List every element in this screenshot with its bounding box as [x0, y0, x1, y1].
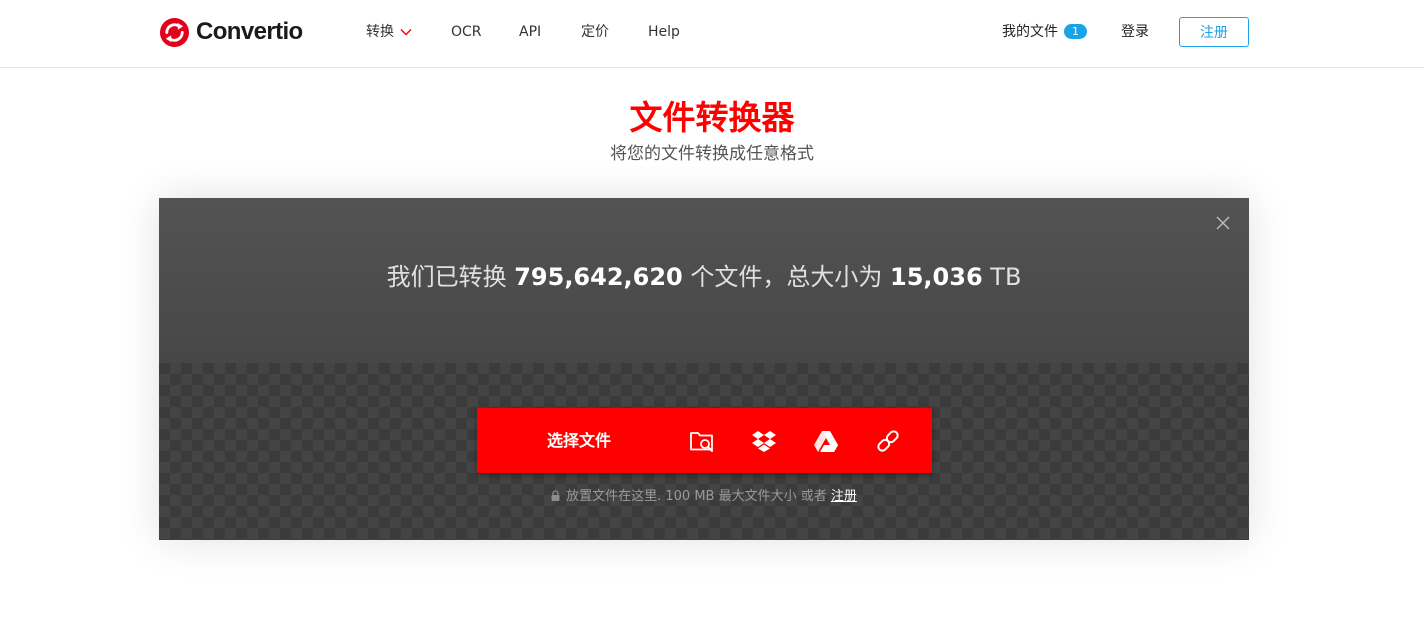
folder-search-icon[interactable]	[689, 428, 715, 454]
stats-prefix: 我们已转换	[386, 263, 507, 291]
nav-help[interactable]: Help	[648, 22, 680, 42]
size-unit: TB	[990, 263, 1022, 291]
close-icon[interactable]	[1215, 215, 1231, 231]
convertio-logo-icon	[159, 17, 190, 47]
conversion-stats: 我们已转换 795,642,620 个文件，总大小为 15,036 TB	[159, 260, 1249, 294]
convertio-logo[interactable]: Convertio	[159, 16, 303, 48]
my-files-label: 我的文件	[1002, 24, 1058, 40]
nav-convert-label: 转换	[366, 24, 394, 40]
nav-convert[interactable]: 转换	[366, 22, 412, 42]
page-title: 文件转换器	[629, 98, 795, 137]
drop-hint: 放置文件在这里. 100 MB 最大文件大小 或者 注册	[159, 488, 1249, 506]
drop-zone[interactable]: 选择文件 放置文件在这里. 100 MB 最大文件大小 或者 注册	[159, 363, 1249, 540]
choose-files-bar: 选择文件	[477, 408, 932, 473]
lock-icon	[551, 490, 560, 501]
converter-panel: 我们已转换 795,642,620 个文件，总大小为 15,036 TB 选择文…	[159, 198, 1249, 540]
files-count: 795,642,620	[514, 263, 683, 291]
hint-register-link[interactable]: 注册	[831, 489, 857, 504]
login-link[interactable]: 登录	[1121, 22, 1149, 42]
hint-text: 放置文件在这里. 100 MB 最大文件大小 或者	[566, 489, 827, 504]
dropbox-icon[interactable]	[751, 428, 777, 454]
top-header: Convertio 转换 OCR API 定价 Help 我的文件 1 登录 注册	[0, 0, 1424, 68]
link-icon[interactable]	[875, 428, 901, 454]
choose-files-button[interactable]: 选择文件	[547, 408, 611, 473]
total-size: 15,036	[890, 263, 983, 291]
stats-mid: 个文件，总大小为	[690, 263, 883, 291]
my-files-count-badge: 1	[1064, 24, 1087, 39]
register-button[interactable]: 注册	[1179, 17, 1249, 47]
chevron-down-icon	[400, 29, 412, 36]
page-subtitle: 将您的文件转换成任意格式	[610, 144, 814, 164]
stats-banner: 我们已转换 795,642,620 个文件，总大小为 15,036 TB	[159, 198, 1249, 363]
nav-pricing[interactable]: 定价	[581, 22, 609, 42]
logo-text: Convertio	[196, 18, 303, 45]
nav-ocr[interactable]: OCR	[451, 22, 482, 42]
my-files-link[interactable]: 我的文件 1	[1002, 22, 1087, 42]
nav-api[interactable]: API	[519, 22, 541, 42]
google-drive-icon[interactable]	[813, 428, 839, 454]
